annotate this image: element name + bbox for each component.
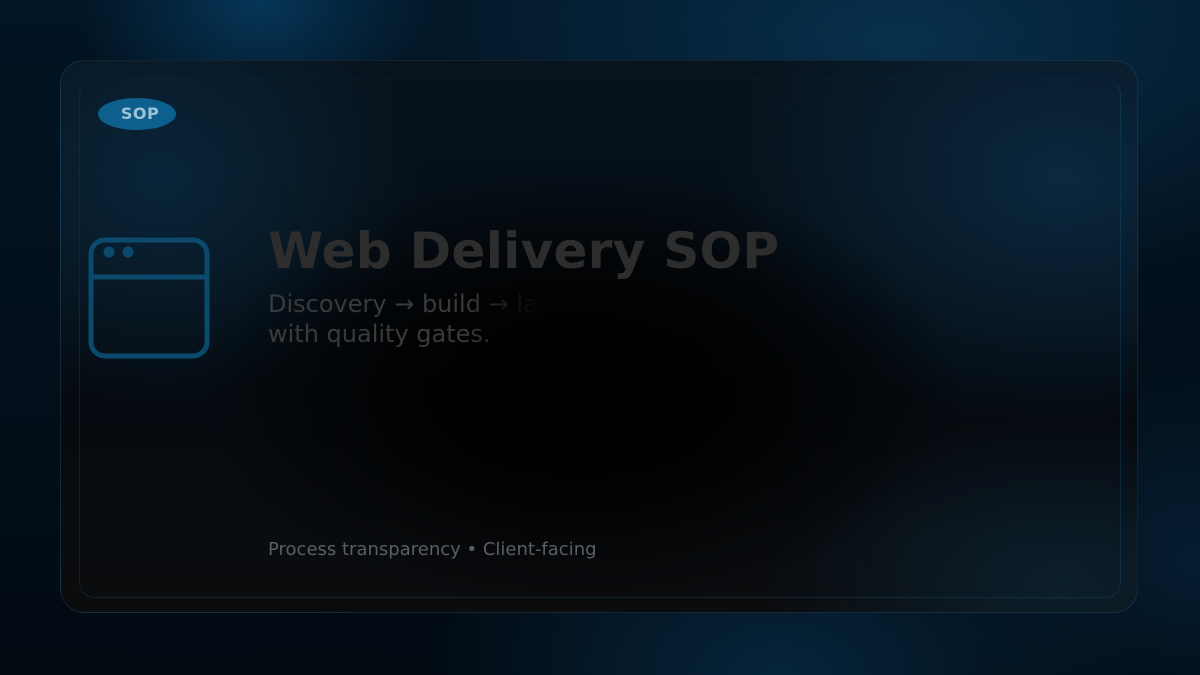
title-card: SOP Web Delivery SOP Discovery → build →… bbox=[60, 60, 1138, 613]
page-title: Web Delivery SOP bbox=[268, 222, 780, 280]
slide-background: SOP Web Delivery SOP Discovery → build →… bbox=[0, 0, 1200, 675]
page-subtitle: Discovery → build → launch, with quality… bbox=[268, 290, 605, 348]
browser-window-icon bbox=[88, 237, 210, 359]
footer-tagline: Process transparency • Client-facing bbox=[268, 539, 597, 560]
sop-badge: SOP bbox=[98, 98, 176, 130]
